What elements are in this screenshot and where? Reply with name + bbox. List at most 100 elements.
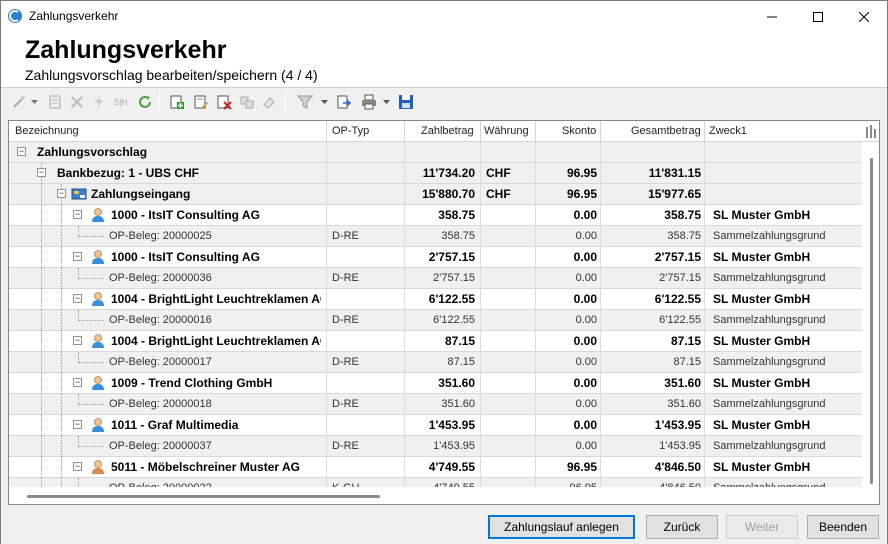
table-row[interactable]: − Zahlungsvorschlag — [9, 142, 862, 163]
table-row[interactable]: − 1004 - BrightLight Leuchtreklamen AG 87.… — [9, 331, 862, 352]
payment-tree-grid[interactable]: Bezeichnung OP-Typ Zahlbetrag Währung Sk… — [8, 120, 880, 505]
table-row-document[interactable]: OP-Beleg: 20000025 D-RE 358.75 0.00 358.75 Sa… — [9, 226, 862, 247]
vertical-scroll-thumb[interactable] — [870, 158, 873, 484]
merge-icon[interactable] — [237, 92, 257, 112]
cell-zweck1 — [713, 163, 861, 183]
collapse-toggle-icon[interactable]: − — [37, 168, 46, 177]
save-icon[interactable] — [396, 92, 416, 112]
col-header-zweck1[interactable]: Zweck1 — [709, 125, 747, 137]
cell-op-typ: D-RE — [332, 230, 359, 242]
col-header-op-typ[interactable]: OP-Typ — [332, 125, 369, 137]
col-header-gesamtbetrag[interactable]: Gesamtbetrag — [631, 125, 701, 137]
document-icon[interactable] — [45, 92, 65, 112]
collapse-toggle-icon[interactable]: − — [17, 147, 26, 156]
cell-op-typ — [332, 163, 400, 183]
minimize-button[interactable] — [749, 1, 795, 32]
customer-person-icon — [92, 250, 104, 264]
cell-op-typ — [332, 289, 400, 309]
cell-bezeichnung: Zahlungseingang — [91, 187, 191, 201]
table-row-document[interactable]: OP-Beleg: 20000036 D-RE 2'757.15 0.00 2'757.… — [9, 268, 862, 289]
chevron-down-icon[interactable] — [383, 100, 390, 104]
chevron-down-icon[interactable] — [321, 100, 328, 104]
eraser-icon[interactable] — [259, 92, 279, 112]
table-row[interactable]: − 1009 - Trend Clothing GmbH 351.60 0.00 351… — [9, 373, 862, 394]
table-row[interactable]: − 1004 - BrightLight Leuchtreklamen AG 6'1… — [9, 289, 862, 310]
table-row-document[interactable]: OP-Beleg: 20000016 D-RE 6'122.55 0.00 6'122.… — [9, 310, 862, 331]
cell-zweck1: Sammelzahlungsgrund — [713, 398, 826, 410]
add-green-icon[interactable] — [167, 92, 187, 112]
cell-op-typ: K-GU — [332, 478, 400, 487]
cell-waehrung — [486, 478, 531, 487]
edit-doc-icon[interactable] — [191, 92, 211, 112]
cell-skonto: 0.00 — [575, 398, 597, 410]
cell-skonto: 0.00 — [575, 314, 597, 326]
table-row-document[interactable]: OP-Beleg: 20000018 D-RE 351.60 0.00 351.60 Sa… — [9, 394, 862, 415]
delete-icon[interactable] — [67, 92, 87, 112]
cell-op-typ: D-RE — [332, 440, 359, 452]
cell-op-typ: D-RE — [332, 314, 359, 326]
close-icon — [859, 11, 869, 22]
filter-icon[interactable] — [295, 92, 315, 112]
collapse-toggle-icon[interactable]: − — [73, 336, 82, 345]
cell-zweck1: Sammelzahlungsgrund — [713, 440, 826, 452]
vertical-scrollbar[interactable] — [862, 142, 879, 487]
table-row[interactable]: − 1011 - Graf Multimedia 1'453.95 0.00 1'453… — [9, 415, 862, 436]
cell-op-typ — [332, 205, 400, 225]
customer-person-icon — [92, 208, 104, 222]
close-button[interactable] — [841, 1, 887, 32]
cell-zweck1: SL Muster GmbH — [713, 208, 811, 222]
cell-bezeichnung: OP-Beleg: 20000025 — [109, 230, 212, 242]
table-row[interactable]: − 5011 - Möbelschreiner Muster AG 4'749.55… — [9, 457, 862, 478]
collapse-toggle-icon[interactable]: − — [73, 294, 82, 303]
payment-incoming-icon — [71, 188, 87, 200]
cell-zahlbetrag: 1'453.95 — [428, 418, 475, 432]
cell-bezeichnung: OP-Beleg: 20000036 — [109, 272, 212, 284]
lightning-icon[interactable] — [89, 92, 109, 112]
table-row-document[interactable]: OP-Beleg: 20000037 D-RE 1'453.95 0.00 1'453.… — [9, 436, 862, 457]
horizontal-scroll-thumb[interactable] — [27, 495, 380, 498]
collapse-toggle-icon[interactable]: − — [73, 210, 82, 219]
cell-op-typ — [332, 373, 400, 393]
page-title: Zahlungsverkehr — [25, 36, 227, 64]
cell-zweck1: Sammelzahlungsgrund — [713, 478, 861, 487]
collapse-toggle-icon[interactable]: − — [73, 378, 82, 387]
table-row[interactable]: − Zahlungseingang 15'880.70 CHF 96.95 15'977.… — [9, 184, 862, 205]
customer-person-icon — [92, 418, 104, 432]
col-header-skonto[interactable]: Skonto — [562, 125, 596, 137]
column-chooser-icon[interactable] — [865, 123, 877, 139]
collapse-toggle-icon[interactable]: − — [73, 252, 82, 261]
wand-icon[interactable] — [9, 92, 29, 112]
export-icon[interactable] — [334, 92, 354, 112]
horizontal-scrollbar[interactable] — [9, 487, 879, 504]
create-payment-run-button[interactable]: Zahlungslauf anlegen — [488, 515, 635, 539]
table-row-document[interactable]: OP-Beleg: 20000017 D-RE 87.15 0.00 87.15 Samm… — [9, 352, 862, 373]
cell-waehrung — [486, 142, 531, 162]
grid-header: Bezeichnung OP-Typ Zahlbetrag Währung Sk… — [9, 121, 879, 142]
col-header-waehrung[interactable]: Währung — [484, 125, 529, 137]
table-row[interactable]: − 1000 - ItsIT Consulting AG 358.75 0.00 358… — [9, 205, 862, 226]
delete-doc-icon[interactable] — [214, 92, 234, 112]
collapse-toggle-icon[interactable]: − — [57, 189, 66, 198]
next-button[interactable]: Weiter — [726, 515, 798, 539]
back-button[interactable]: Zurück — [646, 515, 718, 539]
cell-zahlbetrag: 11'734.20 — [422, 166, 475, 180]
cell-zahlbetrag: 6'122.55 — [428, 292, 475, 306]
cell-waehrung — [486, 289, 531, 309]
refresh-icon[interactable] — [135, 92, 155, 112]
col-header-bezeichnung[interactable]: Bezeichnung — [15, 125, 79, 137]
col-header-zahlbetrag[interactable]: Zahlbetrag — [421, 125, 474, 137]
finish-button[interactable]: Beenden — [807, 515, 879, 539]
collapse-toggle-icon[interactable]: − — [73, 462, 82, 471]
table-row[interactable]: − Bankbezug: 1 - UBS CHF 11'734.20 CHF 96.95… — [9, 163, 862, 184]
maximize-button[interactable] — [795, 1, 841, 32]
table-row[interactable]: − 1000 - ItsIT Consulting AG 2'757.15 0.00 2… — [9, 247, 862, 268]
cell-zahlbetrag: 6'122.55 — [433, 314, 475, 326]
table-row-document[interactable]: OP-Beleg: 20000022 K-GU 4'749.55 96.95 4'846… — [9, 478, 862, 487]
print-icon[interactable] — [359, 92, 379, 112]
collapse-toggle-icon[interactable]: − — [73, 420, 82, 429]
cell-skonto: 0.00 — [573, 292, 597, 306]
chevron-down-icon[interactable] — [31, 100, 38, 104]
cell-waehrung — [486, 205, 531, 225]
cell-skonto: 96.95 — [539, 478, 597, 487]
split-icon[interactable]: S|H — [111, 92, 131, 112]
